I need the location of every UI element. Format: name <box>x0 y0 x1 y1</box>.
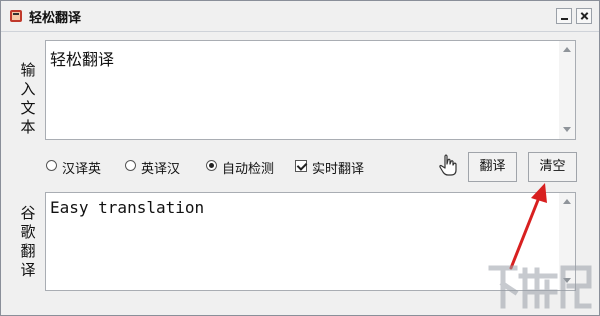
app-logo-icon <box>10 10 22 22</box>
input-textarea[interactable]: 轻松翻译 <box>45 40 576 140</box>
radio-button[interactable] <box>46 160 57 171</box>
radio-button[interactable] <box>125 160 136 171</box>
hand-pointer-icon[interactable] <box>438 153 458 177</box>
google-translate-label: 谷 歌 翻 译 <box>20 204 36 279</box>
output-text-value: Easy translation <box>50 198 205 217</box>
checkbox-checked[interactable] <box>295 160 307 172</box>
input-text-label: 输 入 文 本 <box>20 61 36 136</box>
clear-button[interactable]: 清空 <box>528 152 577 182</box>
watermark-logo <box>488 265 592 309</box>
scroll-down-arrow-icon[interactable] <box>562 125 572 135</box>
title-bar: 轻松翻译 <box>1 1 599 32</box>
radio-button-selected[interactable] <box>206 160 217 171</box>
input-scrollbar[interactable] <box>559 41 575 139</box>
input-text-value: 轻松翻译 <box>50 50 115 69</box>
scroll-up-arrow-icon[interactable] <box>562 197 572 207</box>
scroll-up-arrow-icon[interactable] <box>562 45 572 55</box>
minimize-button[interactable] <box>556 8 572 24</box>
translate-button[interactable]: 翻译 <box>468 152 517 182</box>
close-button[interactable] <box>576 8 592 24</box>
window-title: 轻松翻译 <box>29 11 82 26</box>
